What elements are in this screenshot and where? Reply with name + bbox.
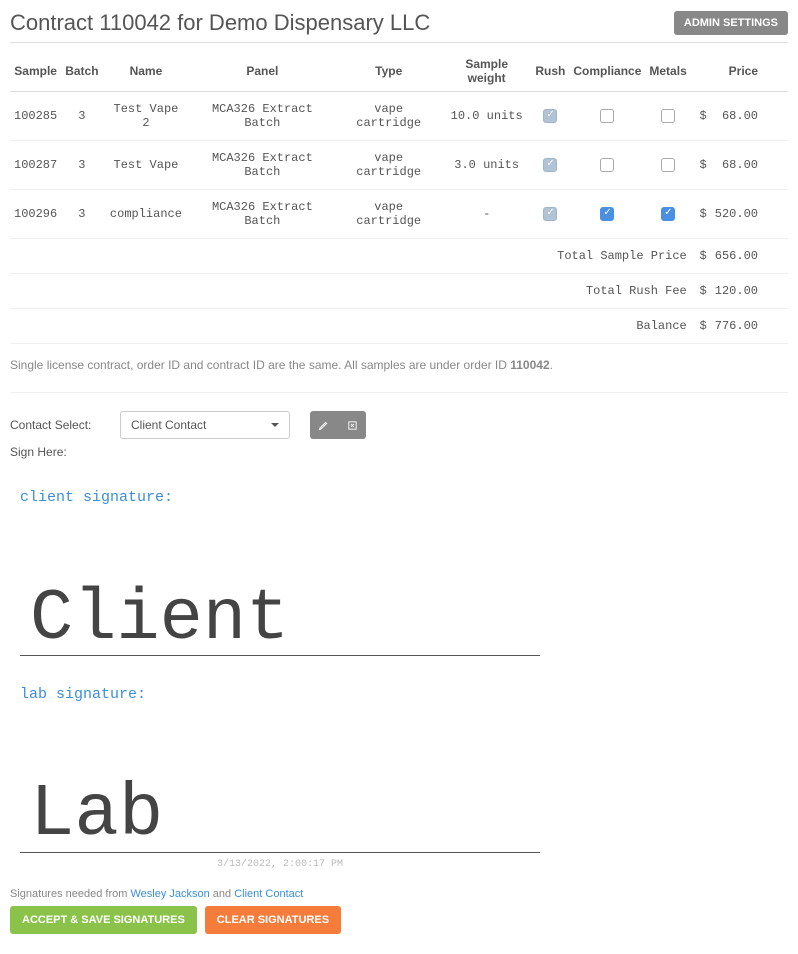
client-signature-drawing: Client xyxy=(30,583,289,655)
checkbox-checked-icon[interactable] xyxy=(543,109,557,123)
checkbox-unchecked-icon[interactable] xyxy=(661,158,675,172)
chevron-down-icon xyxy=(271,423,279,427)
square-x-icon xyxy=(347,420,358,431)
checkbox-checked-icon[interactable] xyxy=(543,158,557,172)
signer-link-2[interactable]: Client Contact xyxy=(234,888,303,900)
col-metals: Metals xyxy=(645,51,690,92)
contact-select-dropdown[interactable]: Client Contact xyxy=(120,411,290,439)
samples-table: Sample Batch Name Panel Type Sample weig… xyxy=(10,51,788,344)
totals-row: Balance$776.00 xyxy=(10,309,788,344)
table-row: 1002873Test VapeMCA326 Extract Batchvape… xyxy=(10,141,788,190)
edit-icon xyxy=(318,419,330,431)
signatures-needed-note: Signatures needed from Wesley Jackson an… xyxy=(10,888,788,900)
col-compliance: Compliance xyxy=(569,51,645,92)
col-batch: Batch xyxy=(61,51,102,92)
checkbox-unchecked-icon[interactable] xyxy=(600,158,614,172)
page-title: Contract 110042 for Demo Dispensary LLC xyxy=(10,10,430,36)
contact-select-label: Contact Select: xyxy=(10,418,100,432)
checkbox-unchecked-icon[interactable] xyxy=(661,109,675,123)
clear-signature-button[interactable] xyxy=(338,411,366,439)
sign-here-label: Sign Here: xyxy=(10,445,788,459)
client-signature-label: client signature: xyxy=(20,489,788,506)
col-name: Name xyxy=(103,51,190,92)
client-signature-pad[interactable]: Client xyxy=(20,526,540,656)
checkbox-checked-icon[interactable] xyxy=(661,207,675,221)
table-row: 1002963complianceMCA326 Extract Batchvap… xyxy=(10,190,788,239)
clear-signatures-button[interactable]: CLEAR SIGNATURES xyxy=(205,906,341,934)
checkbox-checked-icon[interactable] xyxy=(600,207,614,221)
col-type: Type xyxy=(335,51,442,92)
signature-timestamp: 3/13/2022, 2:00:17 PM xyxy=(20,859,540,870)
checkbox-checked-icon[interactable] xyxy=(543,207,557,221)
checkbox-unchecked-icon[interactable] xyxy=(600,109,614,123)
edit-signature-button[interactable] xyxy=(310,411,338,439)
col-sample: Sample xyxy=(10,51,61,92)
lab-signature-label: lab signature: xyxy=(20,686,788,703)
col-price: Price xyxy=(711,51,788,92)
totals-row: Total Rush Fee$120.00 xyxy=(10,274,788,309)
signer-link-1[interactable]: Wesley Jackson xyxy=(130,888,209,900)
col-panel: Panel xyxy=(189,51,335,92)
table-row: 1002853Test Vape 2MCA326 Extract Batchva… xyxy=(10,92,788,141)
totals-row: Total Sample Price$656.00 xyxy=(10,239,788,274)
lab-signature-drawing: Lab xyxy=(30,778,163,852)
col-rush: Rush xyxy=(531,51,569,92)
col-weight: Sample weight xyxy=(442,51,531,92)
lab-signature-pad[interactable]: Lab xyxy=(20,723,540,853)
admin-settings-button[interactable]: ADMIN SETTINGS xyxy=(674,11,788,35)
contract-note: Single license contract, order ID and co… xyxy=(10,358,788,372)
accept-save-signatures-button[interactable]: ACCEPT & SAVE SIGNATURES xyxy=(10,906,197,934)
